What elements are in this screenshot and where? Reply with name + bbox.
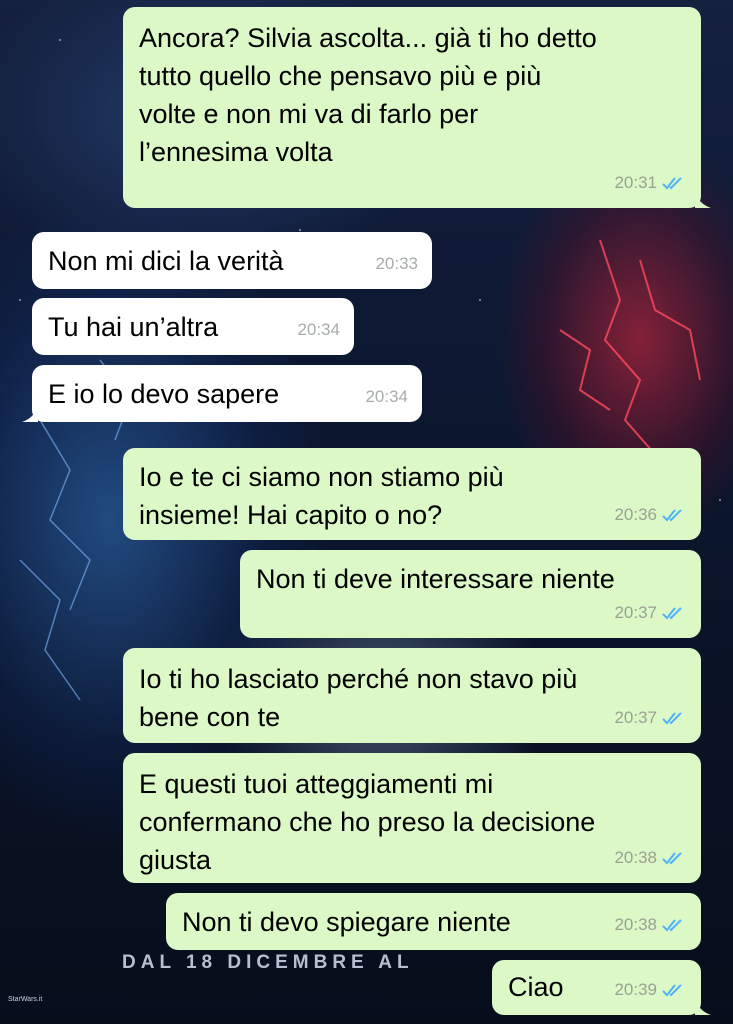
message-bubble-outgoing[interactable]: Ancora? Silvia ascolta... già ti ho dett… [123,7,711,208]
read-ticks-icon [662,509,682,522]
message-timestamp: 20:33 [375,254,418,273]
message-text-line: insieme! Hai capito o no? [139,500,443,530]
message-bubble-incoming[interactable]: Non mi dici la verità 20:33 [32,232,432,289]
read-ticks-icon [662,919,682,932]
message-meta: 20:34 [297,311,340,349]
bubble-tail-icon [695,192,711,208]
message-timestamp: 20:37 [614,708,657,727]
message-meta: 20:38 [614,839,687,877]
read-ticks-icon [662,177,682,190]
message-meta: 20:31 [614,164,687,202]
message-meta: 20:39 [614,971,687,1009]
message-timestamp: 20:39 [614,980,657,999]
message-text-line: Io ti ho lasciato perché non stavo più [139,664,578,694]
message-text-line: giusta [139,845,212,875]
message-text: Non ti devo spiegare niente [182,907,511,937]
message-text: Non mi dici la verità [48,246,284,276]
read-ticks-icon [662,607,682,620]
bubble-tail-icon [22,406,38,422]
message-timestamp: 20:38 [614,848,657,867]
message-bubble-outgoing[interactable]: Non ti devo spiegare niente 20:38 [166,893,701,950]
message-text-line: l’ennesima volta [139,137,333,167]
message-meta: 20:38 [614,906,687,944]
message-timestamp: 20:31 [614,173,657,192]
bubble-tail-icon [695,999,711,1015]
message-meta: 20:37 [614,594,687,632]
message-meta: 20:34 [365,378,408,416]
message-text-line: volte e non mi va di farlo per [139,99,479,129]
message-meta: 20:33 [375,245,418,283]
message-text-line: tutto quello che pensavo più e più [139,61,542,91]
message-text-line: Io e te ci siamo non stiamo più [139,462,504,492]
read-ticks-icon [662,984,682,997]
message-timestamp: 20:38 [614,915,657,934]
message-bubble-outgoing[interactable]: Non ti deve interessare niente 20:37 [240,550,701,638]
message-bubble-outgoing[interactable]: Io ti ho lasciato perché non stavo più b… [123,648,701,743]
read-ticks-icon [662,852,682,865]
read-ticks-icon [662,712,682,725]
message-timestamp: 20:34 [365,387,408,406]
poster-tagline: DAL 18 DICEMBRE AL [122,952,414,973]
message-bubble-incoming[interactable]: Tu hai un’altra 20:34 [32,298,354,355]
message-timestamp: 20:37 [614,603,657,622]
message-text: Non ti deve interessare niente [256,564,615,594]
message-bubble-incoming[interactable]: E io lo devo sapere 20:34 [22,365,422,422]
message-text: E io lo devo sapere [48,379,280,409]
message-meta: 20:36 [614,496,687,534]
message-text-line: Ancora? Silvia ascolta... già ti ho dett… [139,23,597,53]
message-bubble-outgoing[interactable]: Io e te ci siamo non stiamo più insieme!… [123,448,701,540]
message-text-line: confermano che ho preso la decisione [139,807,596,837]
message-bubble-outgoing[interactable]: Ciao 20:39 [492,960,711,1015]
message-text: Tu hai un’altra [48,312,219,342]
message-timestamp: 20:34 [297,320,340,339]
message-timestamp: 20:36 [614,505,657,524]
message-bubble-outgoing[interactable]: E questi tuoi atteggiamenti mi conferman… [123,753,701,883]
message-meta: 20:37 [614,699,687,737]
poster-logo: StarWars.it [8,996,43,1003]
message-text-line: bene con te [139,702,281,732]
message-text-line: E questi tuoi atteggiamenti mi [139,769,494,799]
